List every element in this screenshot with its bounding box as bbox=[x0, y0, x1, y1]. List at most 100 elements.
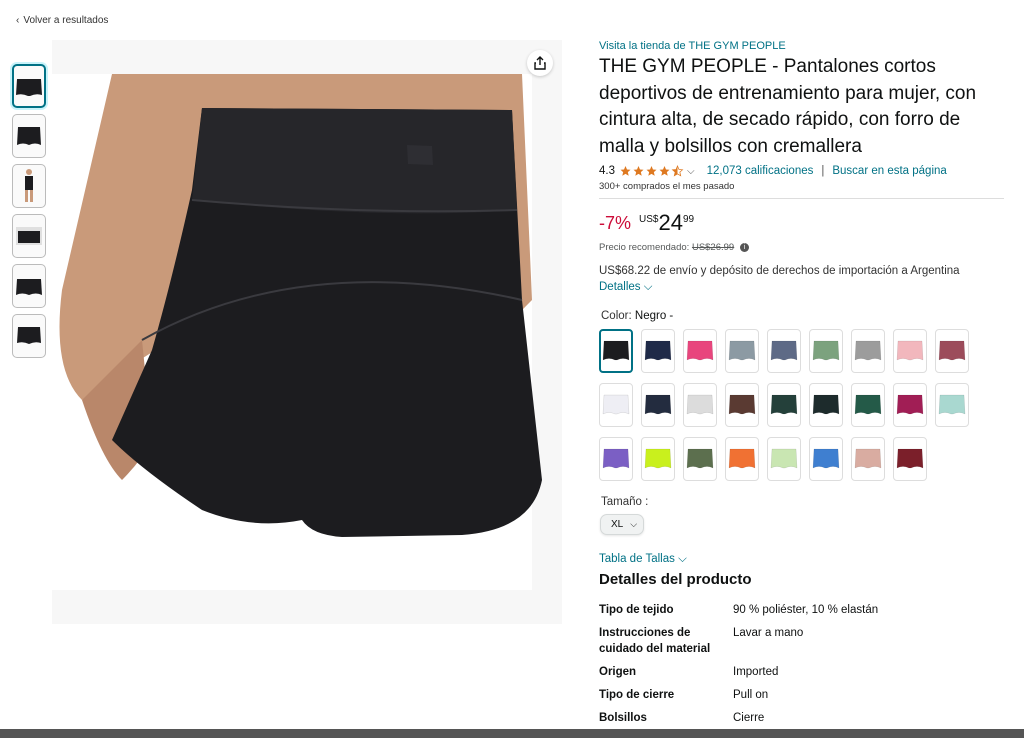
shorts-icon bbox=[728, 340, 756, 361]
shorts-icon bbox=[896, 448, 924, 469]
chevron-down-icon: ⌵ bbox=[643, 281, 653, 293]
details-row: Instrucciones de cuidado del material Lav… bbox=[599, 625, 1004, 657]
chevron-down-icon: ⌵ bbox=[678, 553, 687, 565]
color-swatch-pink[interactable] bbox=[683, 329, 717, 373]
main-product-image[interactable] bbox=[52, 40, 562, 624]
shorts-icon bbox=[812, 448, 840, 469]
color-swatch-blue[interactable] bbox=[809, 437, 843, 481]
discount-percent: -7% bbox=[599, 213, 632, 233]
price-row: -7% US$ 24 99 bbox=[599, 211, 1004, 237]
back-to-results-link[interactable]: ‹ Volver a resultados bbox=[16, 15, 108, 26]
half-star-icon bbox=[671, 165, 684, 177]
color-swatch-slate[interactable] bbox=[767, 329, 801, 373]
color-swatch-magenta[interactable] bbox=[893, 383, 927, 427]
color-swatch-navy[interactable] bbox=[641, 329, 675, 373]
shorts-icon bbox=[644, 340, 672, 361]
star-rating[interactable] bbox=[619, 165, 684, 177]
thumbnail-1[interactable] bbox=[12, 64, 46, 108]
color-swatch-neon[interactable] bbox=[641, 437, 675, 481]
size-chart-link[interactable]: Tabla de Tallas ⌵ bbox=[599, 553, 687, 566]
shorts-icon bbox=[854, 394, 882, 415]
details-link-label: Detalles bbox=[599, 281, 641, 293]
details-key: Tipo de cierre bbox=[599, 689, 675, 701]
bottom-bar bbox=[0, 729, 1024, 738]
share-button[interactable] bbox=[527, 50, 553, 76]
details-value: Cierre bbox=[733, 712, 765, 724]
thumbnail-6[interactable] bbox=[12, 314, 46, 358]
shorts-icon bbox=[770, 394, 798, 415]
thumbnail-5[interactable] bbox=[12, 264, 46, 308]
color-swatch-grey-blue[interactable] bbox=[725, 329, 759, 373]
shorts-icon bbox=[644, 448, 672, 469]
color-label: Color: bbox=[601, 310, 632, 322]
color-swatch-orange[interactable] bbox=[725, 437, 759, 481]
thumbnail-2[interactable] bbox=[12, 114, 46, 158]
ratings-count-link[interactable]: 12,073 calificaciones bbox=[707, 165, 814, 177]
search-page-link[interactable]: Buscar en esta página bbox=[832, 165, 946, 177]
color-swatch-black-green[interactable] bbox=[809, 383, 843, 427]
shorts-icon bbox=[602, 448, 630, 469]
list-price-label: Precio recomendado: bbox=[599, 242, 690, 253]
color-swatch-purple[interactable] bbox=[599, 437, 633, 481]
color-swatch-mauve[interactable] bbox=[935, 329, 969, 373]
star-icon bbox=[659, 166, 670, 176]
shorts-icon bbox=[602, 340, 630, 361]
color-swatch-mint[interactable] bbox=[935, 383, 969, 427]
color-swatch-brown[interactable] bbox=[725, 383, 759, 427]
details-table: Tipo de tejido 90 % poliéster, 10 % elast… bbox=[599, 602, 1004, 726]
shorts-icon bbox=[896, 340, 924, 361]
details-value: Imported bbox=[733, 666, 779, 678]
color-swatch-nude[interactable] bbox=[851, 437, 885, 481]
size-label: Tamaño : bbox=[601, 496, 649, 508]
product-details-title: Detalles del producto bbox=[599, 571, 752, 588]
shorts-icon bbox=[938, 340, 966, 361]
size-dropdown[interactable]: XL ⌵ bbox=[600, 514, 645, 535]
rating-value: 4.3 bbox=[599, 165, 615, 177]
details-row: Tipo de tejido 90 % poliéster, 10 % elast… bbox=[599, 602, 1004, 618]
thumbnail-strip bbox=[12, 64, 48, 364]
list-price-row: Precio recomendado: US$26.99 i bbox=[599, 242, 1004, 253]
color-swatch-light-pink[interactable] bbox=[893, 329, 927, 373]
info-icon[interactable]: i bbox=[739, 242, 749, 252]
size-selected: XL bbox=[611, 519, 624, 530]
star-icon bbox=[646, 166, 657, 176]
shorts-icon bbox=[686, 340, 714, 361]
color-swatch-olive[interactable] bbox=[683, 437, 717, 481]
details-row: Origen Imported bbox=[599, 664, 1004, 680]
shorts-icon bbox=[938, 394, 966, 415]
chevron-down-icon: ⌵ bbox=[630, 519, 638, 529]
color-swatch-dark-green[interactable] bbox=[767, 383, 801, 427]
color-swatch-burgundy[interactable] bbox=[893, 437, 927, 481]
price-whole: 24 bbox=[658, 210, 683, 235]
color-swatch-forest[interactable] bbox=[851, 383, 885, 427]
color-swatch-grey[interactable] bbox=[851, 329, 885, 373]
price-cents: 99 bbox=[682, 214, 695, 225]
color-swatch-dark-navy[interactable] bbox=[641, 383, 675, 427]
thumbnail-4[interactable] bbox=[12, 214, 46, 258]
price-currency: US$ bbox=[639, 214, 659, 225]
shorts-icon bbox=[686, 394, 714, 415]
shorts-icon bbox=[686, 448, 714, 469]
separator: | bbox=[821, 165, 825, 177]
details-row: Tipo de cierre Pull on bbox=[599, 687, 1004, 703]
store-link[interactable]: Visita la tienda de THE GYM PEOPLE bbox=[599, 40, 1004, 52]
shorts-icon bbox=[854, 340, 882, 361]
share-icon bbox=[534, 56, 546, 70]
chevron-down-icon[interactable]: ⌵ bbox=[687, 166, 695, 177]
details-value: 90 % poliéster, 10 % elastán bbox=[733, 604, 879, 616]
shorts-icon bbox=[812, 340, 840, 361]
star-icon bbox=[633, 166, 644, 176]
shorts-icon bbox=[728, 448, 756, 469]
shipping-details-link[interactable]: Detalles ⌵ bbox=[599, 281, 652, 294]
details-row: Bolsillos Cierre bbox=[599, 710, 1004, 726]
shorts-icon bbox=[602, 394, 630, 415]
details-key: Instrucciones de cuidado del material bbox=[599, 627, 711, 655]
thumbnail-3[interactable] bbox=[12, 164, 46, 208]
color-swatch-pale-green[interactable] bbox=[767, 437, 801, 481]
color-swatch-sage[interactable] bbox=[809, 329, 843, 373]
color-swatch-light-grey[interactable] bbox=[683, 383, 717, 427]
color-swatch-white[interactable] bbox=[599, 383, 633, 427]
list-price-value: US$26.99 bbox=[691, 242, 735, 253]
color-swatch-black[interactable] bbox=[599, 329, 633, 373]
details-value: Pull on bbox=[733, 689, 769, 701]
